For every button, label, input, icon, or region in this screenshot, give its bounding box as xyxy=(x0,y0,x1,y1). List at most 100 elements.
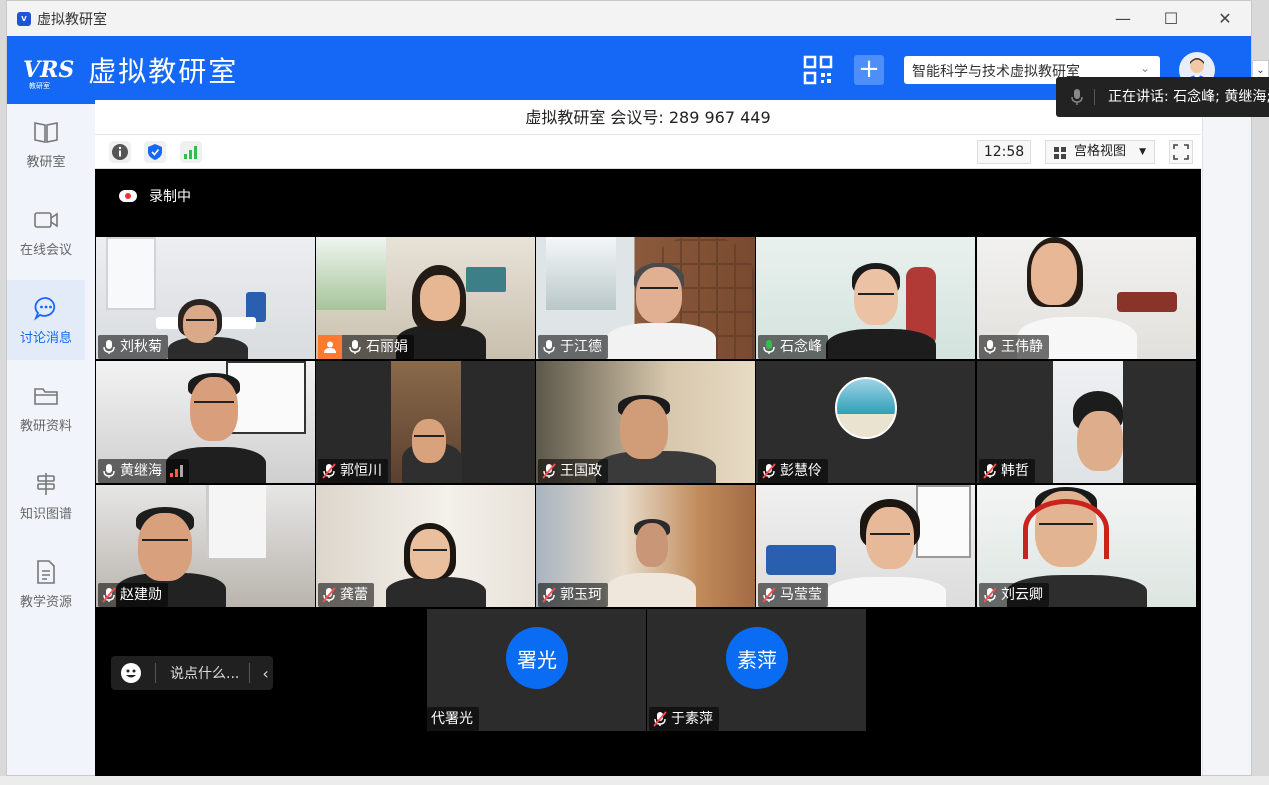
sidebar-item-office[interactable]: 教研室 xyxy=(7,104,85,184)
microphone-icon xyxy=(349,340,361,354)
video-tile-active-speaker[interactable]: 石念峰 xyxy=(756,237,975,359)
add-button[interactable]: + xyxy=(854,55,884,85)
microphone-icon xyxy=(543,340,555,354)
video-tile[interactable]: 王伟静 xyxy=(977,237,1196,359)
microphone-icon xyxy=(103,340,115,354)
participant-photo-avatar xyxy=(835,377,897,439)
participant-name-tag: 王国政 xyxy=(538,459,608,483)
document-icon xyxy=(37,559,55,584)
video-tile[interactable]: 刘秋菊 xyxy=(96,237,315,359)
host-badge-icon xyxy=(318,335,342,359)
video-tile[interactable]: 郭恒川 xyxy=(316,361,535,483)
participant-initials-avatar: 素萍 xyxy=(726,627,788,689)
info-icon[interactable] xyxy=(109,141,131,163)
window-title: 虚拟教研室 xyxy=(37,11,107,28)
sidebar-item-discussion[interactable]: 讨论消息 xyxy=(7,280,85,360)
participant-name-tag: 王伟静 xyxy=(979,335,1049,359)
video-tile[interactable]: 署光 代署光 xyxy=(427,609,646,731)
title-bar: V 虚拟教研室 xyxy=(7,1,1251,36)
video-tile[interactable]: 王国政 xyxy=(536,361,755,483)
participant-name-tag: 刘秋菊 xyxy=(98,335,168,359)
participant-initials-avatar: 署光 xyxy=(506,627,568,689)
divider xyxy=(1094,89,1095,105)
chat-bubble-icon xyxy=(33,296,56,321)
divider xyxy=(249,663,251,683)
fullscreen-button[interactable] xyxy=(1169,140,1193,164)
emoji-icon[interactable] xyxy=(121,663,141,683)
participant-name-tag: 石念峰 xyxy=(758,335,828,359)
microphone-icon xyxy=(103,464,115,478)
chevron-down-icon: ⌄ xyxy=(1139,61,1150,75)
minimize-button[interactable]: — xyxy=(1097,1,1149,36)
participant-name-tag: 刘云卿 xyxy=(979,583,1049,607)
microphone-muted-icon xyxy=(322,587,336,603)
sidebar-item-teaching-resources[interactable]: 教学资源 xyxy=(7,544,85,624)
participant-name-tag: 彭慧伶 xyxy=(758,459,828,483)
video-tile[interactable]: 马莹莹 xyxy=(756,485,975,607)
app-logo-icon: V xyxy=(17,11,31,26)
video-tile[interactable]: 韩哲 xyxy=(977,361,1196,483)
weak-signal-icon xyxy=(170,465,183,477)
microphone-muted-icon xyxy=(542,587,556,603)
meeting-title: 虚拟教研室 会议号: 289 967 449 xyxy=(95,100,1201,135)
qr-code-icon[interactable] xyxy=(803,55,833,85)
participant-name-tag: 郭恒川 xyxy=(318,459,388,483)
participant-name-tag: 郭玉珂 xyxy=(538,583,608,607)
chat-input-bar[interactable]: 说点什么... ‹ xyxy=(111,656,273,690)
video-tile[interactable]: 黄继海 xyxy=(96,361,315,483)
sidebar-item-meeting[interactable]: 在线会议 xyxy=(7,192,85,272)
folder-icon xyxy=(34,387,58,405)
divider xyxy=(155,663,156,683)
microphone-speaking-icon xyxy=(763,340,775,354)
logo-mark: VRS 教研室 xyxy=(23,57,75,90)
headset-graphic xyxy=(1023,499,1109,559)
microphone-muted-icon xyxy=(322,463,336,479)
video-tile[interactable]: 石丽娟 xyxy=(316,237,535,359)
microphone-muted-icon xyxy=(542,463,556,479)
participant-name-tag: 黄继海 xyxy=(98,459,189,483)
participant-name-tag: 代署光 xyxy=(427,707,479,731)
meeting-window: 虚拟教研室 会议号: 289 967 449 12:58 宫格视图 ▼ 录制中 xyxy=(95,100,1201,776)
microphone-muted-icon xyxy=(762,463,776,479)
participant-name-tag: 于素萍 xyxy=(649,707,719,731)
fullscreen-icon xyxy=(1173,144,1189,160)
recording-indicator: 录制中 xyxy=(119,186,191,206)
chevron-left-icon[interactable]: ‹ xyxy=(262,664,268,683)
caret-down-icon: ▼ xyxy=(1139,147,1146,157)
microphone-muted-icon xyxy=(983,463,997,479)
participant-name-tag: 韩哲 xyxy=(979,459,1035,483)
view-mode-select[interactable]: 宫格视图 ▼ xyxy=(1045,140,1155,164)
shield-icon[interactable] xyxy=(144,141,166,163)
maximize-button[interactable]: ☐ xyxy=(1145,1,1197,36)
video-tile[interactable]: 素萍 于素萍 xyxy=(647,609,866,731)
taskbar-strip xyxy=(0,776,1269,785)
app-name: 虚拟教研室 xyxy=(88,55,239,88)
chat-input[interactable]: 说点什么... xyxy=(170,663,239,683)
book-icon xyxy=(34,121,58,143)
video-camera-icon xyxy=(34,211,58,228)
participant-name-tag: 马莹莹 xyxy=(758,583,828,607)
video-tile[interactable]: 郭玉珂 xyxy=(536,485,755,607)
video-tile[interactable]: 彭慧伶 xyxy=(756,361,975,483)
brand-logo: VRS 教研室 虚拟教研室 xyxy=(23,50,238,90)
cloud-record-icon xyxy=(119,190,137,202)
close-button[interactable]: ✕ xyxy=(1199,1,1251,36)
participant-name-tag: 龚蕾 xyxy=(318,583,374,607)
participant-name-tag: 赵建勋 xyxy=(98,583,168,607)
video-tile[interactable]: 龚蕾 xyxy=(316,485,535,607)
sidebar-item-knowledge-graph[interactable]: 知识图谱 xyxy=(7,456,85,536)
right-panel xyxy=(1202,104,1251,775)
video-tile[interactable]: 于江德 xyxy=(536,237,755,359)
sidebar-item-materials[interactable]: 教研资料 xyxy=(7,368,85,448)
microphone-muted-icon xyxy=(762,587,776,603)
video-tile[interactable]: 刘云卿 xyxy=(977,485,1196,607)
network-signal-icon[interactable] xyxy=(180,141,202,163)
microphone-icon xyxy=(984,340,996,354)
microphone-icon xyxy=(1071,89,1083,105)
microphone-muted-icon xyxy=(983,587,997,603)
microphone-muted-icon xyxy=(102,587,116,603)
microphone-muted-icon xyxy=(653,711,667,727)
video-tile[interactable]: 赵建勋 xyxy=(96,485,315,607)
meeting-toolbar: 12:58 宫格视图 ▼ xyxy=(95,135,1201,169)
participant-name-tag: 石丽娟 xyxy=(318,335,414,359)
